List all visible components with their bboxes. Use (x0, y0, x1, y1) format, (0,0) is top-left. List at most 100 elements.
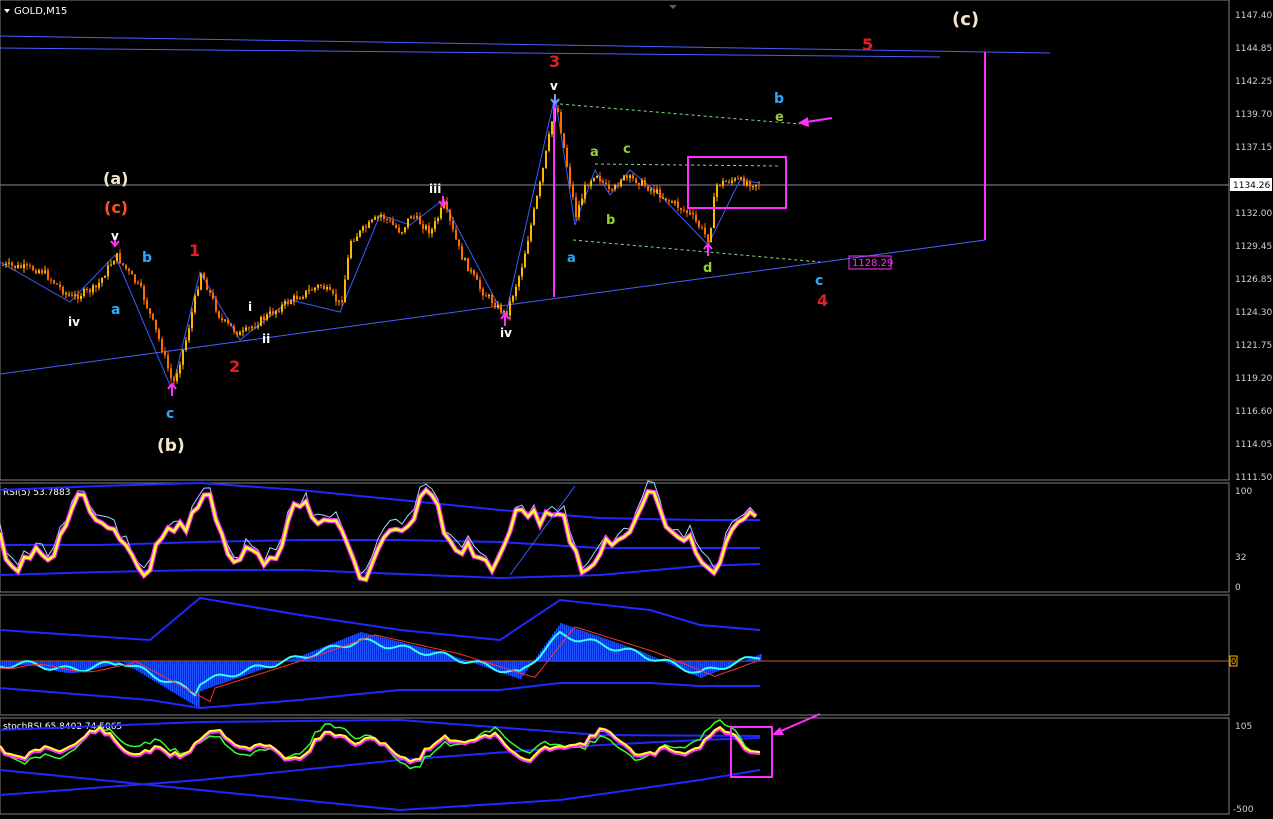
macd-bar (604, 638, 606, 661)
candle-body (551, 121, 553, 134)
candle-body (11, 263, 13, 266)
candle-body (263, 317, 265, 320)
macd-bar (688, 661, 690, 673)
stochrsi-tick: -500 (1233, 805, 1254, 815)
candle-body (503, 311, 505, 312)
candle-body (422, 224, 424, 229)
price-panel[interactable] (0, 0, 1229, 480)
candle-body (296, 296, 298, 299)
candle-body (314, 288, 316, 291)
macd-bar (206, 661, 208, 689)
candle-body (623, 175, 625, 180)
candle-body (548, 134, 550, 151)
candle-body (677, 201, 679, 208)
macd-bar (204, 661, 206, 690)
candle-body (647, 186, 649, 191)
candle-body (410, 217, 412, 219)
macd-bar (10, 661, 12, 667)
candle-body (419, 216, 421, 224)
candle-body (734, 178, 736, 180)
macd-bar (164, 661, 166, 687)
macd-bar (8, 661, 10, 667)
candle-body (62, 287, 64, 294)
candle-body (14, 266, 16, 268)
macd-bar (352, 635, 354, 661)
candle-body (401, 232, 403, 233)
candle-body (110, 265, 112, 266)
macd-bar (294, 658, 296, 661)
candle-body (716, 184, 718, 196)
candle-body (569, 167, 571, 185)
macd-bar (624, 645, 626, 661)
macd-bar (582, 631, 584, 661)
candle-body (149, 308, 151, 313)
candle-body (386, 219, 388, 220)
candle-body (134, 274, 136, 282)
wave-label: c (166, 406, 174, 422)
candle-body (731, 180, 733, 182)
candle-body (266, 314, 268, 320)
candle-body (467, 258, 469, 271)
rsi-panel[interactable] (0, 483, 1229, 592)
candle-body (245, 327, 247, 330)
candle-body (116, 253, 118, 261)
macd-bar (194, 661, 196, 705)
candle-body (272, 311, 274, 314)
macd-bar (598, 636, 600, 661)
macd-bar (338, 641, 340, 661)
macd-bar (440, 652, 442, 661)
candle-body (701, 227, 703, 228)
macd-bar (512, 661, 514, 677)
chart-canvas[interactable]: GOLD,M15 1147.40 1144.85 1142.25 1139.70… (0, 0, 1273, 815)
candle-body (473, 270, 475, 274)
candle-body (236, 332, 238, 336)
macd-bar (122, 661, 124, 662)
candle-body (557, 108, 559, 112)
chart-terminal[interactable]: GOLD,M15 1147.40 1144.85 1142.25 1139.70… (0, 0, 1273, 815)
wave-label: ii (262, 332, 270, 346)
candle-body (305, 290, 307, 297)
macd-bar (622, 645, 624, 661)
stochrsi-panel[interactable] (0, 718, 1229, 814)
candle-body (620, 180, 622, 186)
stochrsi-tick: 105 (1235, 722, 1252, 732)
candle-body (239, 332, 241, 335)
candle-body (599, 176, 601, 181)
macd-bar (346, 638, 348, 661)
macd-bar (740, 661, 742, 662)
candle-body (347, 258, 349, 280)
wave-label: 4 (817, 291, 828, 310)
macd-bar (574, 628, 576, 661)
candle-body (224, 320, 226, 321)
candle-body (521, 268, 523, 277)
candle-body (542, 168, 544, 182)
macd-bar (414, 646, 416, 662)
macd-bar (382, 638, 384, 662)
macd-bar (270, 661, 272, 667)
wave-label: d (703, 261, 712, 276)
candle-body (275, 311, 277, 315)
macd-bar (214, 661, 216, 686)
wave-label: 1 (189, 241, 200, 260)
candle-body (74, 295, 76, 296)
macd-bar (290, 660, 292, 662)
candle-body (101, 278, 103, 283)
candle-body (653, 189, 655, 193)
candle-body (590, 181, 592, 186)
candle-body (152, 314, 154, 320)
candle-body (707, 234, 709, 242)
candle-body (614, 185, 616, 189)
wave-label: (c) (104, 198, 128, 217)
symbol-title: GOLD,M15 (14, 6, 67, 17)
candle-body (326, 287, 328, 289)
price-tick: 1126.85 (1235, 275, 1272, 285)
candle-body (200, 273, 202, 289)
macd-bar (380, 637, 382, 661)
candle-body (719, 184, 721, 185)
wave-label: (c) (952, 9, 979, 30)
macd-bar (510, 661, 512, 676)
candle-body (77, 295, 79, 299)
candle-body (227, 320, 229, 324)
macd-bar (600, 637, 602, 661)
candle-body (161, 339, 163, 352)
